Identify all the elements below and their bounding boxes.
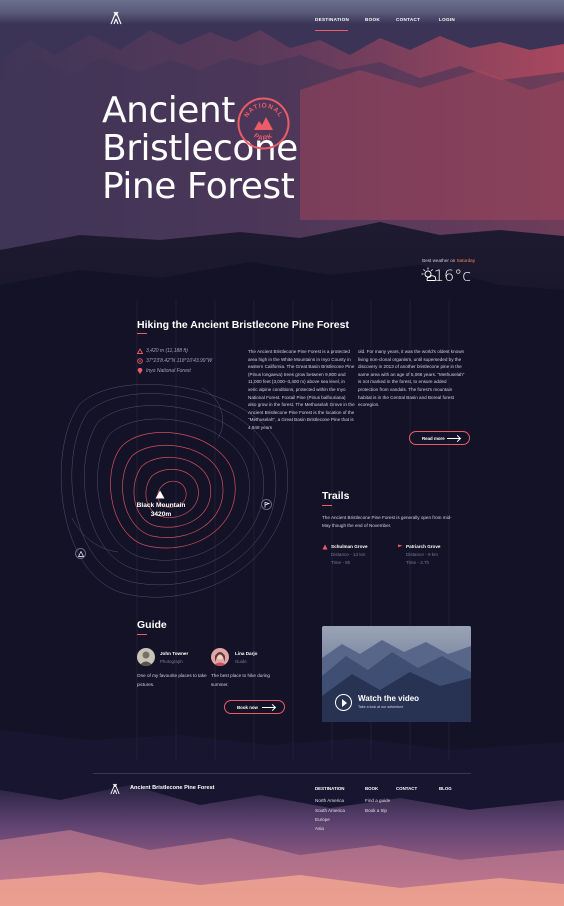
- trail-item[interactable]: Schulman Grove Distance - 13 km Time - 5…: [322, 543, 368, 567]
- guide-name: John Towner: [160, 651, 189, 656]
- book-now-label: Book now: [237, 704, 258, 710]
- trails-description: The Ancient Bristlecone Pine Forest is g…: [322, 515, 452, 528]
- coordinates-icon: [137, 358, 143, 364]
- tent-icon: [77, 550, 84, 557]
- fact-elevation-text: 3,420 m (11,188 ft): [146, 348, 188, 354]
- hiking-description-right: old. For many years, it was the world's …: [358, 349, 465, 408]
- guide-quote: One of my favourite places to take pictu…: [137, 673, 207, 687]
- footer-link[interactable]: Europe: [315, 817, 330, 822]
- trail-name: Patriarch Grove: [406, 544, 441, 549]
- fact-coordinates: 37°23'8.42"N 118°10'43.99"W: [137, 358, 212, 368]
- weather-label: Best weather on Saturday: [405, 258, 475, 263]
- section-accent-rule: [137, 333, 147, 334]
- trail-name: Schulman Grove: [331, 544, 368, 549]
- weather-label-text: Best weather on: [422, 258, 456, 263]
- footer-heading-destination[interactable]: DESTINATION: [315, 786, 344, 791]
- footer-link[interactable]: Asia: [315, 826, 324, 831]
- trail-distance: Distance - 9 km: [406, 552, 438, 557]
- hero-title: Ancient Bristlecone Pine Forest: [102, 90, 298, 207]
- play-button-icon[interactable]: [335, 694, 352, 711]
- nav-contact[interactable]: CONTACT: [396, 17, 420, 22]
- nav-book[interactable]: BOOK: [365, 17, 380, 22]
- topographic-map: [60, 384, 288, 598]
- footer-link[interactable]: Book a trip: [365, 808, 387, 813]
- arrow-right-icon: [447, 438, 460, 439]
- avatar[interactable]: [137, 648, 155, 666]
- nav-destination[interactable]: DESTINATION: [315, 17, 349, 22]
- footer-link[interactable]: South America: [315, 808, 345, 813]
- svg-text:PARK: PARK: [252, 132, 274, 142]
- badge-top-text: NATIONAL: [243, 102, 283, 118]
- mountain-peak-icon: [155, 490, 165, 499]
- hiking-section-title: Hiking the Ancient Bristlecone Pine Fore…: [137, 319, 349, 331]
- read-more-label: Read more: [422, 435, 445, 441]
- nav-login[interactable]: LOGIN: [439, 17, 455, 22]
- section-accent-rule: [137, 634, 147, 635]
- footer-heading-blog[interactable]: BLOG: [439, 786, 452, 791]
- read-more-button[interactable]: Read more: [409, 431, 470, 445]
- hiker-icon: [322, 544, 328, 550]
- guide-quote: The best place to hike during summer.: [211, 673, 270, 687]
- weather-temperature: 16°c: [433, 266, 471, 285]
- trail-time: Time - 5h: [331, 560, 351, 565]
- national-park-badge: NATIONAL PARK: [237, 97, 290, 150]
- fact-coordinates-text: 37°23'8.42"N 118°10'43.99"W: [146, 358, 213, 364]
- footer-heading-book[interactable]: BOOK: [365, 786, 378, 791]
- trail-distance: Distance - 13 km: [331, 552, 366, 557]
- map-marker-campsite[interactable]: [75, 548, 86, 559]
- footer-link[interactable]: North America: [315, 798, 344, 803]
- section-accent-rule: [322, 505, 332, 506]
- guide-role: Photograph: [160, 659, 183, 664]
- tent-logo-icon[interactable]: [110, 11, 122, 25]
- map-marker-viewpoint[interactable]: [261, 499, 272, 510]
- weather-day: Saturday: [456, 258, 475, 263]
- book-now-button[interactable]: Book now: [224, 700, 285, 714]
- tent-logo-icon[interactable]: [110, 783, 120, 795]
- peak-name: Black Mountain: [136, 502, 186, 509]
- footer-brand: Ancient Bristlecone Pine Forest: [130, 785, 215, 791]
- avatar[interactable]: [211, 648, 229, 666]
- guide-role: Guide: [235, 659, 247, 664]
- flag-icon: [398, 544, 403, 550]
- footer-heading-contact[interactable]: CONTACT: [396, 786, 417, 791]
- peak-label: Black Mountain 3420m: [126, 502, 196, 519]
- fact-elevation: 3,420 m (11,188 ft): [137, 348, 212, 358]
- guide-name: Lina Darjo: [235, 651, 258, 656]
- badge-bottom-text: PARK: [252, 132, 273, 142]
- trail-time: Time - 3.7h: [406, 560, 430, 565]
- footer-divider: [93, 773, 471, 774]
- svg-text:NATIONAL: NATIONAL: [243, 102, 284, 118]
- guide-title: Guide: [137, 619, 167, 631]
- video-title: Watch the video: [358, 694, 420, 703]
- trails-title: Trails: [322, 490, 350, 502]
- peak-height: 3420m: [150, 510, 172, 518]
- weather-widget: Best weather on Saturday 16°c: [405, 258, 475, 285]
- video-subtitle: Take a look at our adventure: [358, 705, 404, 709]
- trail-item[interactable]: Patriarch Grove Distance - 9 km Time - 3…: [397, 543, 440, 567]
- landing-page: DESTINATION BOOK CONTACT LOGIN Ancient B…: [0, 0, 564, 906]
- footer-link[interactable]: Find a guide: [365, 798, 390, 803]
- elevation-icon: [137, 348, 143, 354]
- arrow-right-icon: [262, 707, 275, 708]
- nav-active-indicator: [315, 30, 348, 31]
- flag-icon: [264, 501, 270, 507]
